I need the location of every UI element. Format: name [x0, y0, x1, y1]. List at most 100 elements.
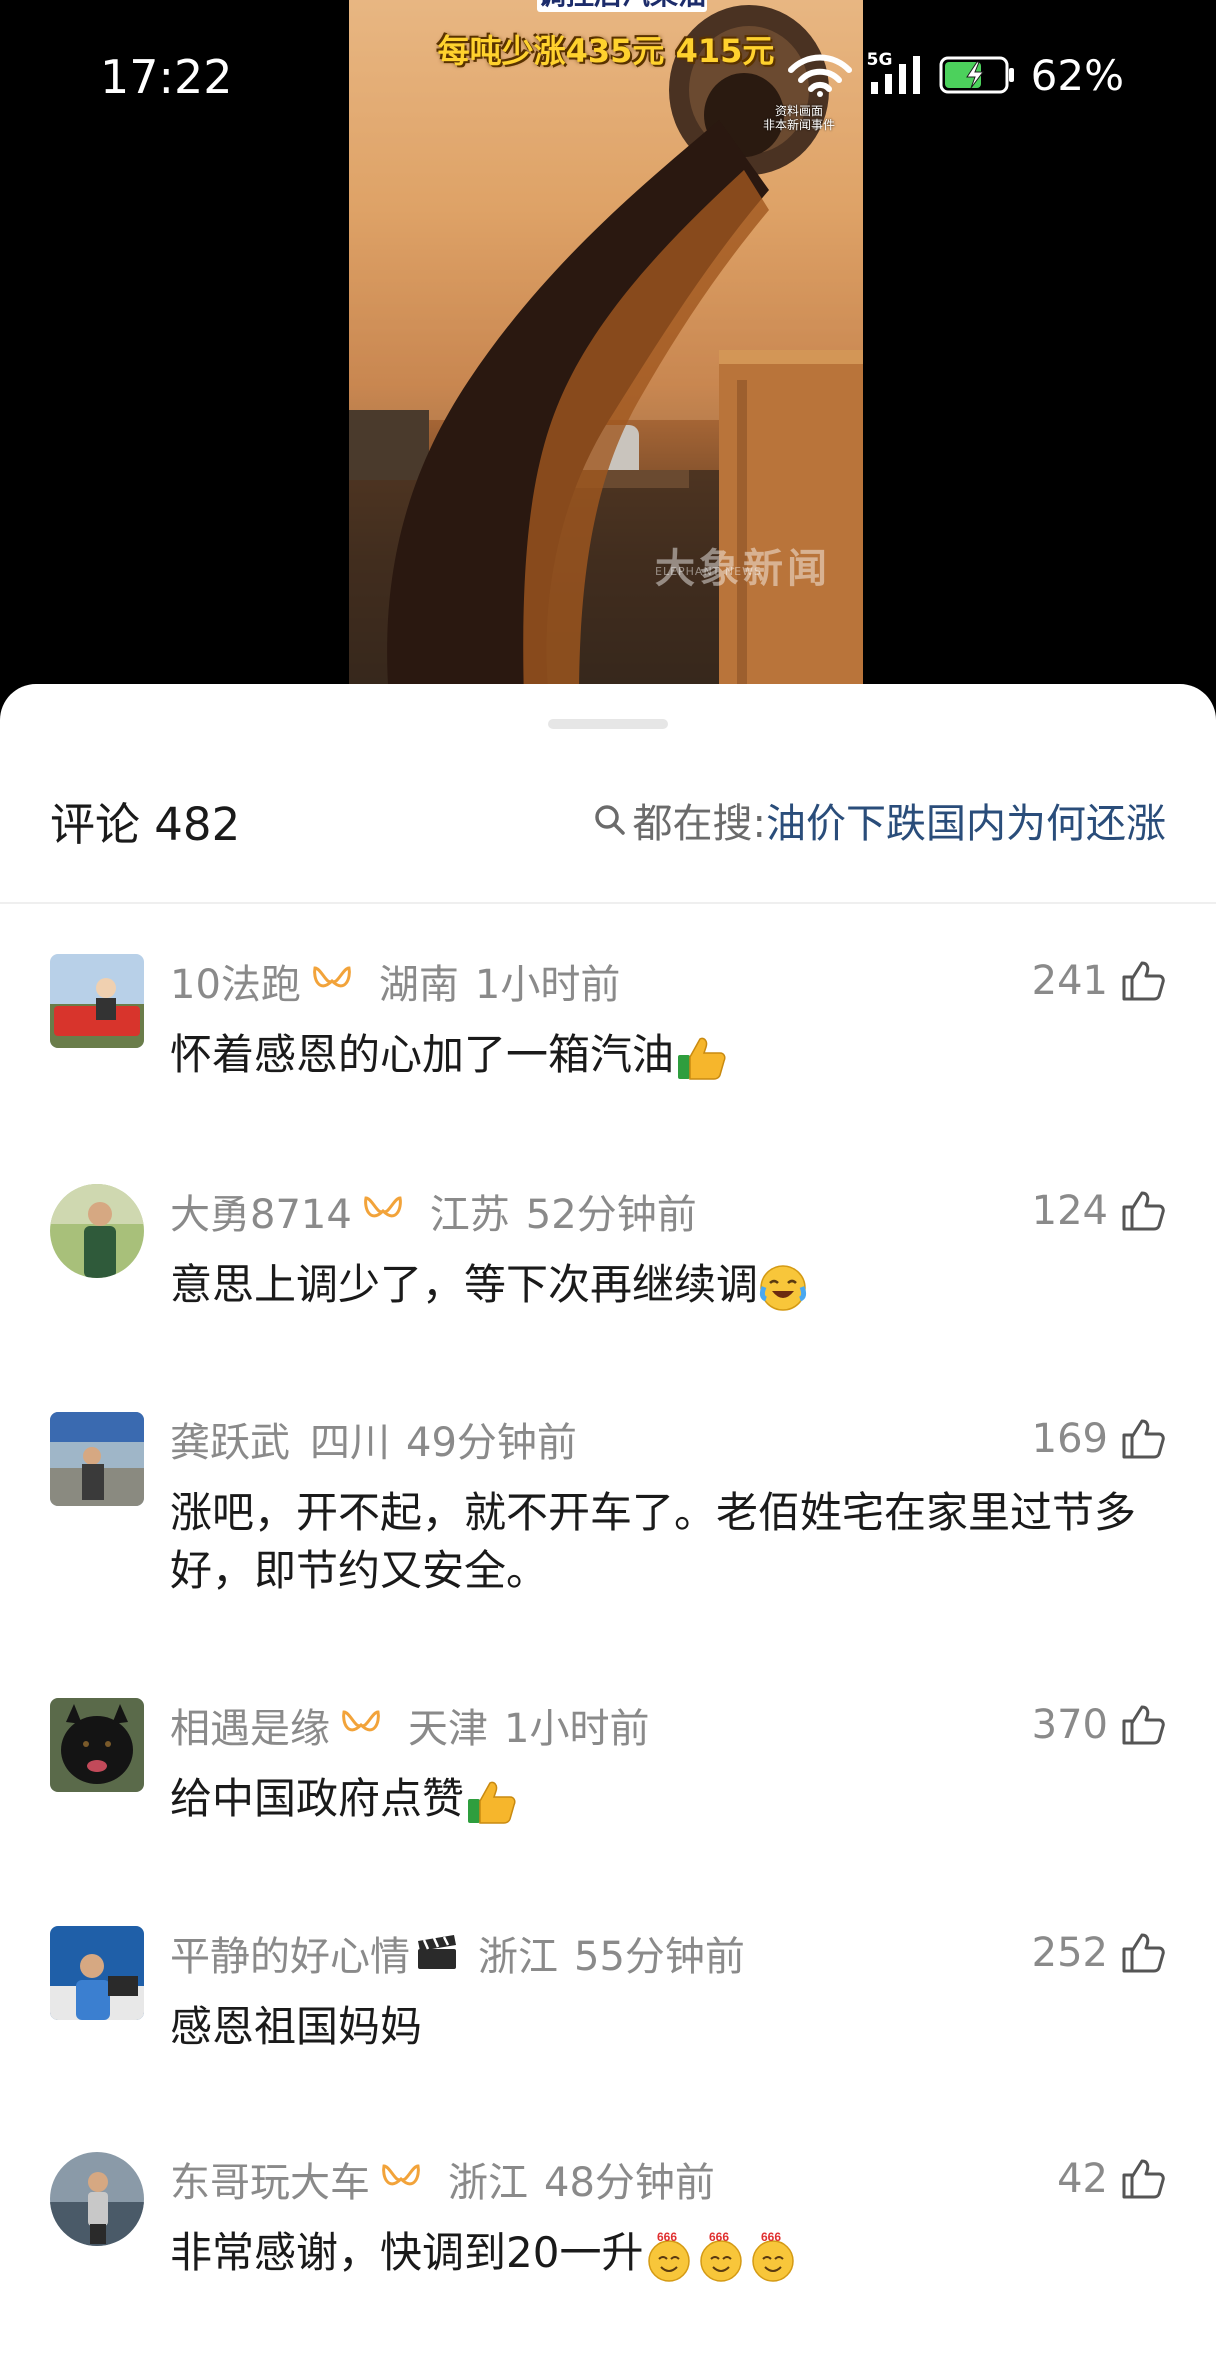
avatar[interactable] [50, 1412, 144, 1506]
comment-time: 55分钟前 [574, 1934, 745, 1980]
avatar-image [50, 1926, 144, 2020]
comment-text-content: 怀着感恩的心加了一箱汽油 [170, 1030, 675, 1079]
thumbs-up-icon [1122, 2159, 1165, 2199]
like-count: 241 [1031, 958, 1108, 1004]
comment-text: 非常感谢，快调到20一升 666 666 666 [170, 2224, 1166, 2285]
search-icon [594, 805, 625, 835]
commenter-name[interactable]: 10法跑 [170, 952, 301, 1010]
comment-time: 1小时前 [504, 1706, 650, 1752]
svg-text:666: 666 [761, 2230, 781, 2244]
thumbs-up-emoji-icon [468, 1781, 516, 1824]
like-button[interactable]: 370 [1032, 1700, 1166, 1750]
comment-meta: 东哥玩大车 浙江 48分钟前 [170, 2154, 715, 2206]
commenter-location: 浙江 [448, 2160, 528, 2206]
avatar[interactable] [50, 1698, 144, 1792]
comment-meta: 大勇8714 江苏 52分钟前 [170, 1186, 697, 1238]
comment-item: 东哥玩大车 浙江 48分钟前 42 非常感谢，快调到20一升 666 666 6… [0, 2152, 1216, 2352]
comment-item: 平静的好心情 浙江 55分钟前 252 感恩祖国妈妈 [0, 1926, 1216, 2126]
commenter-location: 湖南 [378, 962, 459, 1008]
thumbs-up-icon [1122, 1191, 1165, 1231]
avatar[interactable] [50, 2152, 144, 2246]
screen: 调控后汽柴油 每吨少涨435元 415元 资料画面 非本新闻事件 大象新闻 EL… [0, 0, 1216, 2358]
avatar-image [50, 2152, 144, 2246]
like-count: 252 [1031, 1930, 1108, 1976]
avatar-image [50, 1412, 144, 1506]
comment-meta: 平静的好心情 浙江 55分钟前 [170, 1928, 745, 1980]
thumbs-up-icon [1122, 961, 1165, 1001]
status-icons: 5G 62% [787, 50, 1124, 100]
comment-text-content: 意思上调少了，等下次再继续调 [170, 1260, 759, 1309]
comment-time: 49分钟前 [406, 1420, 577, 1466]
video-logo-sub: ELEPHANT NEWS [655, 565, 762, 578]
header-divider [0, 902, 1216, 904]
creator-badge-icon [380, 2162, 422, 2196]
comment-meta: 10法跑 湖南 1小时前 [170, 956, 620, 1008]
comment-text-content: 给中国政府点赞 [170, 1774, 465, 1823]
comment-text: 给中国政府点赞 [170, 1770, 1166, 1828]
sheet-header: 评论 482 都在搜: 油价下跌国内为何还涨 [0, 770, 1216, 870]
search-keyword[interactable]: 油价下跌国内为何还涨 [766, 791, 1166, 849]
avatar-image [50, 1184, 144, 1278]
comment-meta: 龚跃武 四川 49分钟前 [170, 1414, 577, 1466]
commenter-name[interactable]: 东哥玩大车 [170, 2150, 370, 2208]
comment-item: 10法跑 湖南 1小时前 241 怀着感恩的心加了一箱汽油 [0, 954, 1216, 1154]
like-button[interactable]: 169 [1032, 1414, 1166, 1464]
like-button[interactable]: 241 [1032, 956, 1166, 1006]
avatar-image [50, 954, 144, 1048]
comment-meta: 相遇是缘 天津 1小时前 [170, 1700, 649, 1752]
comment-time: 1小时前 [474, 962, 621, 1008]
thumbs-up-emoji-icon [678, 1037, 726, 1080]
like-count: 370 [1031, 1702, 1108, 1748]
comment-time: 48分钟前 [544, 2160, 715, 2206]
commenter-location: 四川 [310, 1420, 390, 1466]
battery-percent: 62% [1030, 50, 1124, 100]
comment-item: 龚跃武 四川 49分钟前 169 涨吧，开不起，就不开车了。老佰姓宅在家里过节多… [0, 1412, 1216, 1612]
commenter-name[interactable]: 大勇8714 [170, 1182, 352, 1240]
666-emoji-icon: 666 666 666 [648, 2230, 795, 2282]
avatar[interactable] [50, 954, 144, 1048]
video-player[interactable]: 调控后汽柴油 每吨少涨435元 415元 资料画面 非本新闻事件 大象新闻 EL… [349, 0, 863, 700]
comment-text: 感恩祖国妈妈 [170, 2002, 423, 2051]
creator-badge-icon [340, 1708, 382, 1742]
signal-group: 5G [867, 52, 925, 98]
signal-icon [870, 56, 920, 94]
comment-text: 涨吧，开不起，就不开车了。老佰姓宅在家里过节多好，即节约又安全。 [170, 1488, 1137, 1595]
avatar-image [50, 1698, 144, 1792]
commenter-name[interactable]: 平静的好心情 [170, 1924, 410, 1982]
battery-icon [939, 56, 1014, 94]
comment-text: 怀着感恩的心加了一箱汽油 [170, 1026, 1166, 1084]
svg-text:666: 666 [657, 2230, 677, 2244]
avatar[interactable] [50, 1184, 144, 1278]
comment-time: 52分钟前 [525, 1192, 697, 1238]
like-count: 124 [1031, 1188, 1108, 1234]
commenter-location: 浙江 [478, 1934, 558, 1980]
like-count: 42 [1057, 2156, 1108, 2202]
like-button[interactable]: 42 [1057, 2154, 1166, 2204]
like-button[interactable]: 252 [1032, 1928, 1166, 1978]
watermark-line-2: 非本新闻事件 [762, 118, 835, 132]
wifi-icon [787, 54, 852, 97]
comment-sheet: 评论 482 都在搜: 油价下跌国内为何还涨 10法跑 湖南 1小时前 241 … [0, 684, 1216, 2358]
comment-text: 意思上调少了，等下次再继续调 [170, 1256, 1166, 1314]
thumbs-up-icon [1122, 1705, 1165, 1745]
comment-count: 评论 482 [50, 797, 241, 851]
svg-text:666: 666 [709, 2230, 729, 2244]
clapperboard-icon [414, 1933, 460, 1973]
drag-handle[interactable] [548, 719, 668, 729]
video-caption-top: 调控后汽柴油 [537, 0, 707, 12]
like-button[interactable]: 124 [1032, 1186, 1166, 1236]
commenter-location: 江苏 [429, 1192, 510, 1238]
commenter-name[interactable]: 龚跃武 [170, 1410, 290, 1468]
comment-item: 大勇8714 江苏 52分钟前 124 意思上调少了，等下次再继续调 [0, 1184, 1216, 1384]
search-suggestion[interactable]: 都在搜: 油价下跌国内为何还涨 [591, 791, 1166, 849]
creator-badge-icon [362, 1194, 404, 1228]
watermark-line-1: 资料画面 [774, 104, 823, 118]
commenter-name[interactable]: 相遇是缘 [170, 1696, 330, 1754]
search-label: 都在搜: [632, 801, 766, 847]
avatar[interactable] [50, 1926, 144, 2020]
thumbs-up-icon [1122, 1419, 1165, 1459]
comment-item: 相遇是缘 天津 1小时前 370 给中国政府点赞 [0, 1698, 1216, 1898]
like-count: 169 [1031, 1416, 1108, 1462]
commenter-location: 天津 [408, 1706, 488, 1752]
thumbs-up-icon [1122, 1933, 1165, 1973]
